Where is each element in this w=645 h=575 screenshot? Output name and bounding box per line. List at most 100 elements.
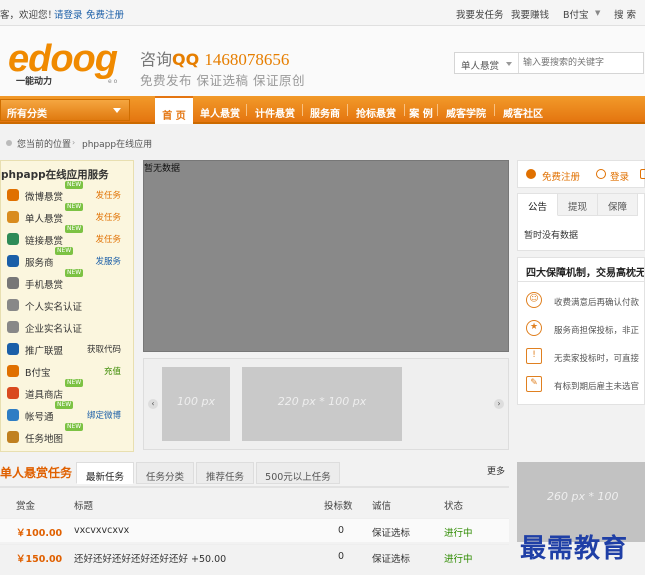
service-label[interactable]: B付宝	[25, 365, 51, 379]
smile-icon: ☺	[526, 292, 542, 308]
service-label[interactable]: 帐号通	[25, 409, 54, 423]
service-label[interactable]: 单人悬赏	[25, 211, 63, 225]
new-badge: NEW	[55, 401, 74, 409]
thumb-image[interactable]: 100 px	[162, 367, 230, 441]
nav-cases[interactable]: 案 例	[407, 96, 435, 124]
auth-box: 免费注册 登录	[517, 160, 645, 188]
breadcrumb: 您当前的位置 › phpapp在线应用 ›	[0, 132, 645, 154]
nav-separator	[347, 104, 348, 116]
all-categories-dropdown[interactable]: 所有分类	[0, 99, 130, 121]
nav-piece-reward[interactable]: 计件悬赏	[250, 96, 300, 124]
login-button[interactable]: 登录	[610, 169, 629, 183]
banner-nodata: 暂无数据	[144, 164, 181, 174]
star-icon: ★	[526, 320, 542, 336]
service-label[interactable]: 推广联盟	[25, 343, 63, 357]
nav-single-reward[interactable]: 单人悬赏	[196, 96, 244, 124]
chevron-down-icon[interactable]: ▼	[595, 9, 600, 17]
service-action[interactable]: 发任务	[95, 211, 121, 223]
nav-bid-reward[interactable]: 抢标悬赏	[350, 96, 402, 124]
col-header-status: 状态	[444, 501, 464, 512]
more-link[interactable]: 更多	[487, 464, 505, 477]
service-label[interactable]: 链接悬赏	[25, 233, 63, 247]
col-header-bids: 投标数	[324, 501, 353, 512]
alert-icon: !	[526, 348, 542, 364]
service-item[interactable]: 单人悬赏 NEW 发任务	[1, 203, 133, 227]
service-item[interactable]: 企业实名认证	[1, 317, 133, 337]
col-header-title: 标题	[74, 501, 94, 512]
arrow-right-icon[interactable]: ›	[494, 399, 504, 409]
nav-service-provider[interactable]: 服务商	[305, 96, 345, 124]
tab-withdraw[interactable]: 提现	[558, 194, 598, 216]
service-label[interactable]: 手机悬赏	[25, 277, 63, 291]
breadcrumb-label: 您当前的位置	[17, 140, 72, 150]
top-bar: 客，欢迎您！ 请登录 免费注册 我要发任务 我要赚钱 B付宝 ▼ 搜 索	[0, 0, 645, 26]
service-item[interactable]: 任务地图 NEW	[1, 423, 133, 447]
breadcrumb-current[interactable]: phpapp在线应用	[82, 137, 152, 150]
post-task-link[interactable]: 我要发任务	[456, 7, 504, 21]
service-item[interactable]: 手机悬赏 NEW	[1, 269, 133, 293]
search-input[interactable]	[521, 54, 641, 72]
nav-separator	[437, 104, 438, 116]
service-label[interactable]: 服务商	[25, 255, 54, 269]
search-link[interactable]: 搜 索	[614, 7, 636, 21]
nav-academy[interactable]: 威客学院	[440, 96, 492, 124]
service-action[interactable]: 发服务	[95, 255, 121, 267]
watermark: 最需教育	[520, 534, 629, 563]
service-icon	[7, 387, 19, 399]
tab-notice[interactable]: 公告	[518, 194, 558, 216]
service-label[interactable]: 道具商店	[25, 387, 63, 401]
tab-latest-tasks[interactable]: 最新任务	[76, 462, 134, 484]
nav-separator	[246, 104, 247, 116]
service-item[interactable]: B付宝 充值	[1, 361, 133, 381]
service-item[interactable]: 道具商店 NEW	[1, 379, 133, 403]
service-item[interactable]: 服务商 NEW 发服务	[1, 247, 133, 271]
guarantee-box: 四大保障机制，交易高枕无忧 ☺ 收费满意后再确认付款 ★ 服务商担保投标，非正 ! 无…	[517, 257, 645, 405]
service-action[interactable]: 绑定微博	[87, 409, 121, 421]
nav-community[interactable]: 威客社区	[497, 96, 549, 124]
new-badge: NEW	[65, 423, 84, 431]
new-badge: NEW	[55, 247, 74, 255]
register-button[interactable]: 免费注册	[542, 169, 580, 183]
tab-500-plus-tasks[interactable]: 500元以上任务	[256, 462, 340, 484]
service-action[interactable]: 充值	[104, 365, 121, 377]
service-icon	[7, 189, 19, 201]
service-icon	[7, 365, 19, 377]
thumb-image[interactable]: 220 px * 100 px	[242, 367, 402, 441]
service-action[interactable]: 发任务	[95, 233, 121, 245]
service-item[interactable]: 链接悬赏 NEW 发任务	[1, 225, 133, 249]
earn-money-link[interactable]: 我要赚钱	[511, 7, 549, 21]
tab-task-categories[interactable]: 任务分类	[136, 462, 194, 484]
tab-recommended-tasks[interactable]: 推荐任务	[196, 462, 254, 484]
service-action[interactable]: 发任务	[95, 189, 121, 201]
table-row[interactable]: ￥150.00 还好还好还好还好还好还好 +50.00 0 保证选标 进行中	[0, 544, 509, 568]
slogan: 免费发布 保证选稿 保证原创	[140, 73, 305, 88]
service-label[interactable]: 微博悬赏	[25, 189, 63, 203]
service-label[interactable]: 个人实名认证	[25, 299, 82, 313]
service-label[interactable]: 企业实名认证	[25, 321, 82, 335]
tab-guarantee[interactable]: 保障	[598, 194, 638, 216]
info-icon	[526, 169, 536, 179]
search-type-select[interactable]: 单人悬赏	[455, 53, 519, 73]
edit-icon	[640, 169, 645, 179]
nav-home[interactable]: 首 页	[155, 96, 193, 124]
arrow-left-icon[interactable]: ‹	[148, 399, 158, 409]
service-label[interactable]: 任务地图	[25, 431, 63, 445]
service-item[interactable]: 推广联盟 获取代码	[1, 339, 133, 359]
service-action[interactable]: 获取代码	[87, 343, 121, 355]
bpay-link[interactable]: B付宝	[563, 7, 589, 21]
guarantee-item: ☺ 收费满意后再确认付款	[518, 288, 644, 316]
register-link[interactable]: 免费注册	[86, 7, 124, 21]
service-item[interactable]: 帐号通 NEW 绑定微博	[1, 401, 133, 425]
service-item[interactable]: 微博悬赏 NEW 发任务	[1, 181, 133, 205]
services-title: phpapp在线应用服务	[1, 169, 109, 181]
ad-placeholder: 260 px * 100	[547, 490, 619, 503]
banner-slider[interactable]: 暂无数据	[143, 160, 509, 352]
table-row[interactable]: ￥100.00 vxcvxvcxvx 0 保证选标 进行中	[0, 518, 509, 542]
service-item[interactable]: 个人实名认证	[1, 295, 133, 315]
service-icon	[7, 211, 19, 223]
qq-label: QQ	[172, 50, 200, 69]
login-link[interactable]: 请登录	[54, 7, 83, 21]
new-badge: NEW	[65, 269, 84, 277]
user-icon	[596, 169, 606, 179]
service-icon	[7, 233, 19, 245]
